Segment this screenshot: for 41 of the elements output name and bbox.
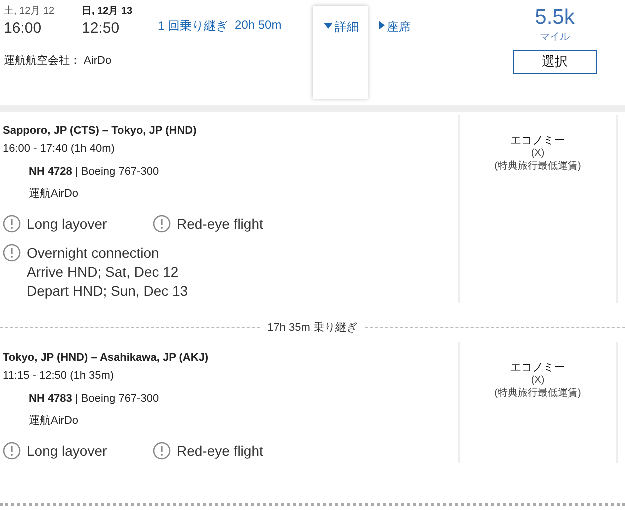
price-unit: マイル xyxy=(540,31,570,44)
fare-name: (特典旅行最低運賃) xyxy=(494,386,582,400)
warning-text: Long layover xyxy=(27,442,108,461)
fare-name: (特典旅行最低運賃) xyxy=(494,160,582,173)
warning-detail: Depart HND; Sun, Dec 13 xyxy=(27,282,188,301)
price-amount: 5.5k xyxy=(535,6,575,30)
depart-date: 土, 12月 12 xyxy=(4,4,56,18)
arrive-date: 日, 12月 13 xyxy=(82,5,134,18)
warning-icon xyxy=(3,215,21,233)
tab[interactable]: 座席 xyxy=(368,6,423,105)
fare-code: (X) xyxy=(531,375,545,386)
cabin-class: エコノミー xyxy=(510,134,566,148)
operated-by: 運航AirDo xyxy=(29,186,80,201)
caret-down-icon xyxy=(324,23,333,29)
warning-text: Overnight connection xyxy=(27,244,160,263)
route-text: Tokyo, JP (HND) – Asahikawa, JP (AKJ) xyxy=(3,352,210,364)
warning-detail: Arrive HND; Sat, Dec 12 xyxy=(27,263,180,282)
depart-time: 16:00 xyxy=(4,20,43,37)
connection-time: 17h 35m 乗り継ぎ xyxy=(268,320,358,334)
warning-text: Red-eye flight xyxy=(177,442,264,461)
warning-icon xyxy=(3,442,21,460)
warning-icon xyxy=(153,442,171,460)
warning-icon xyxy=(153,215,171,233)
warning-text: Red-eye flight xyxy=(177,215,264,234)
duration: 20h 50m xyxy=(235,18,282,34)
tab[interactable]: 詳細 xyxy=(313,6,368,99)
operated-by: 運航AirDo xyxy=(29,414,80,428)
warning-text: Long layover xyxy=(27,215,108,234)
flight-info: NH 4783 | Boeing 767-300 xyxy=(29,393,160,405)
flight-info: NH 4728 | Boeing 767-300 xyxy=(29,166,160,178)
fare-code: (X) xyxy=(531,148,545,159)
flight-times: 11:15 - 12:50 (1h 35m) xyxy=(3,370,116,382)
flight-times: 16:00 - 17:40 (1h 40m) xyxy=(3,143,116,155)
operator-text: 運航航空会社： AirDo xyxy=(4,54,113,68)
select-button[interactable]: 選択 xyxy=(513,50,597,74)
arrive-time: 12:50 xyxy=(82,20,121,37)
stops-link[interactable]: 1 回乗り継ぎ xyxy=(158,18,228,35)
caret-right-icon xyxy=(379,21,385,30)
cabin-class: エコノミー xyxy=(510,361,566,375)
warning-icon xyxy=(3,244,21,262)
route-text: Sapporo, JP (CTS) – Tokyo, JP (HND) xyxy=(3,125,198,137)
